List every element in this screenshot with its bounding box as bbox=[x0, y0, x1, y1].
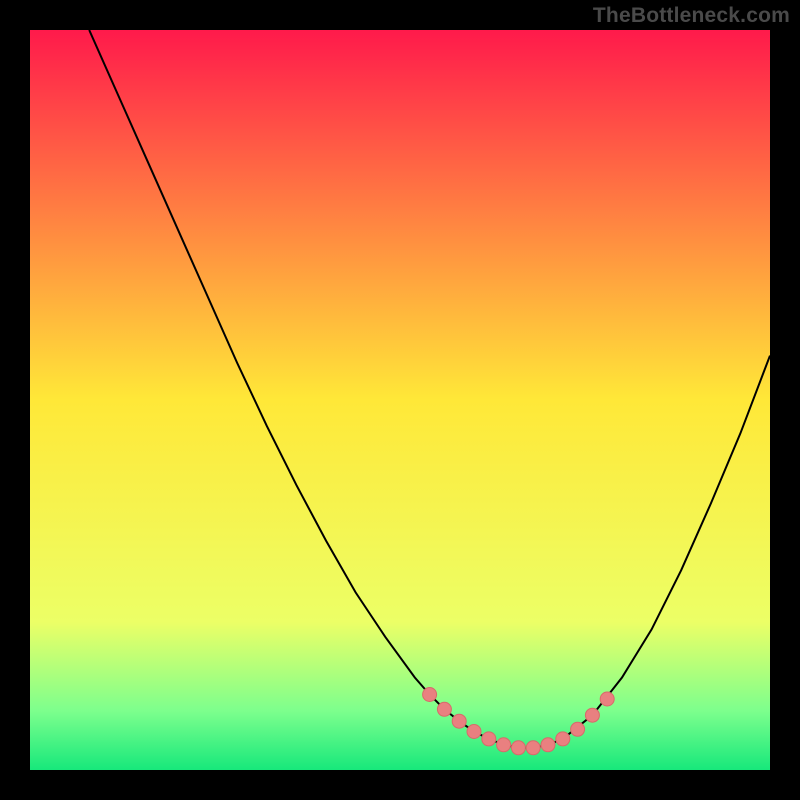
curve-marker bbox=[437, 702, 451, 716]
plot-area bbox=[30, 30, 770, 770]
curve-marker bbox=[585, 708, 599, 722]
heat-gradient-background bbox=[30, 30, 770, 770]
curve-marker bbox=[571, 722, 585, 736]
curve-marker bbox=[556, 732, 570, 746]
curve-marker bbox=[526, 741, 540, 755]
curve-marker bbox=[482, 732, 496, 746]
curve-marker bbox=[600, 692, 614, 706]
watermark-text: TheBottleneck.com bbox=[593, 4, 790, 28]
chart-frame: TheBottleneck.com bbox=[0, 0, 800, 800]
curve-marker bbox=[423, 688, 437, 702]
curve-marker bbox=[467, 725, 481, 739]
curve-marker bbox=[541, 738, 555, 752]
curve-marker bbox=[511, 741, 525, 755]
bottleneck-curve-chart bbox=[30, 30, 770, 770]
curve-marker bbox=[452, 714, 466, 728]
curve-marker bbox=[497, 738, 511, 752]
